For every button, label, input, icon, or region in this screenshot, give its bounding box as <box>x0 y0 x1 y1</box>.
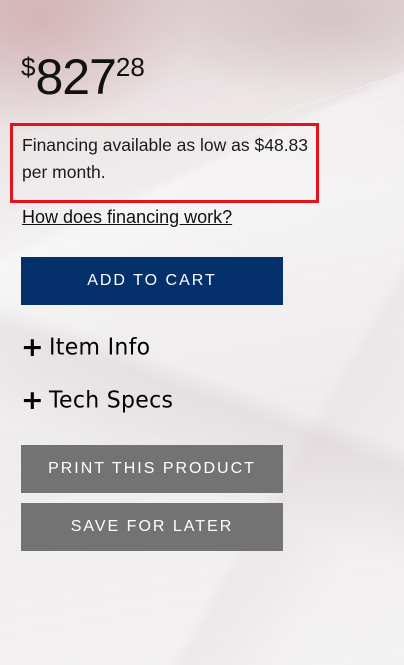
financing-text: Financing available as low as $48.83 per… <box>22 135 309 182</box>
tech-specs-toggle[interactable]: + Tech Specs <box>21 387 173 414</box>
item-info-label: Item Info <box>49 334 151 361</box>
tech-specs-label: Tech Specs <box>49 387 174 414</box>
financing-info-link[interactable]: How does financing work? <box>22 207 232 228</box>
plus-icon: + <box>21 332 44 363</box>
save-for-later-button[interactable]: SAVE FOR LATER <box>21 503 283 551</box>
add-to-cart-button[interactable]: ADD TO CART <box>21 257 283 305</box>
price-cents: 28 <box>115 52 145 82</box>
price-currency-symbol: $ <box>21 52 36 82</box>
background-stitching <box>254 68 404 123</box>
print-product-button[interactable]: PRINT THIS PRODUCT <box>21 445 283 493</box>
plus-icon: + <box>21 385 44 416</box>
item-info-toggle[interactable]: + Item Info <box>21 334 150 361</box>
product-price: $ 827 28 <box>21 50 145 102</box>
price-dollars: 827 <box>35 49 116 105</box>
